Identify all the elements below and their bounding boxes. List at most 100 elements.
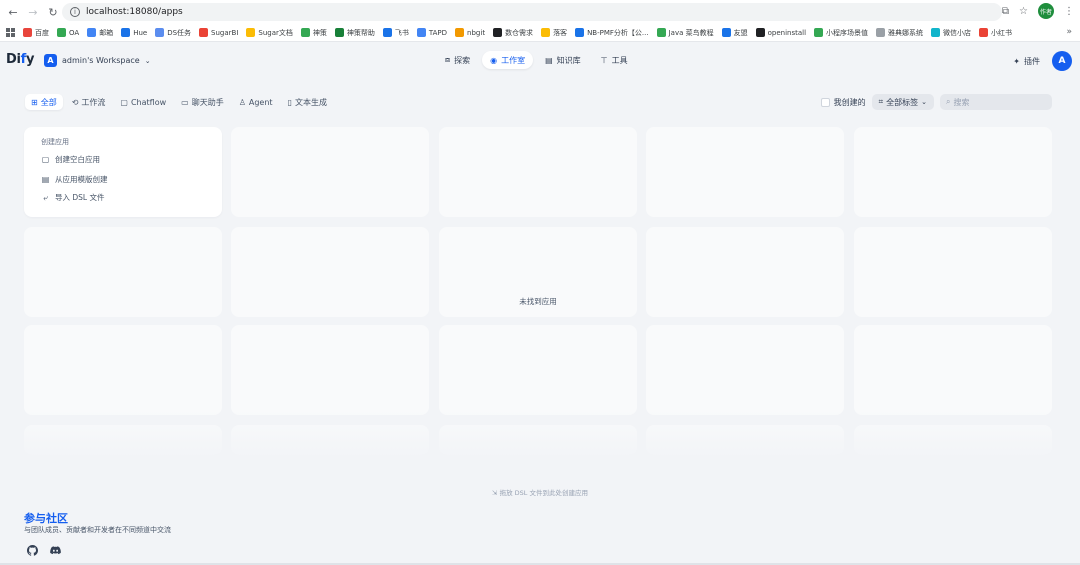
workflow-icon: ⟲ xyxy=(71,97,79,107)
create-from-template-button[interactable]: ▤ 从应用模版创建 xyxy=(41,174,108,185)
tab-label: 文本生成 xyxy=(294,97,327,107)
bookmark-label: openinstall xyxy=(767,28,807,37)
created-by-me-checkbox[interactable] xyxy=(820,97,830,107)
github-icon[interactable] xyxy=(27,545,38,556)
bookmark-item[interactable]: TAPD xyxy=(416,28,447,37)
bookmark-label: 落客 xyxy=(553,28,568,37)
template-icon: ▤ xyxy=(41,175,50,184)
bookmark-item[interactable]: 小红书 xyxy=(979,28,1012,38)
bookmark-label: Sugar文档 xyxy=(258,28,293,37)
nav-explore[interactable]: ⧈ 探索 xyxy=(437,51,478,69)
bookmark-item[interactable]: 邮箱 xyxy=(87,28,113,38)
chat-icon: ▭ xyxy=(181,97,189,107)
nav-tools[interactable]: ⊤ 工具 xyxy=(593,51,636,69)
bookmark-label: DS任务 xyxy=(167,28,192,37)
app-type-tabs: ⊞ 全部 ⟲ 工作流 ▢ Chatflow ▭ 聊天助手 ♙ Agent ▯ 文… xyxy=(25,94,333,110)
discord-icon[interactable] xyxy=(50,545,61,556)
bookmark-label: NB-PMF分析【公... xyxy=(587,28,649,37)
app-card-placeholder xyxy=(231,325,429,415)
search-input[interactable] xyxy=(953,97,1044,107)
bookmark-favicon-icon xyxy=(57,28,66,37)
nav-studio[interactable]: ◉ 工作室 xyxy=(482,51,534,69)
chevron-down-icon: ⌄ xyxy=(144,56,151,65)
bookmark-item[interactable]: 数仓需求 xyxy=(493,28,533,38)
translate-icon[interactable]: ⧉ xyxy=(1002,6,1009,17)
bookmark-favicon-icon xyxy=(455,28,465,37)
bookmark-label: Hue xyxy=(133,28,148,37)
bookmark-item[interactable]: 雅典娜系统 xyxy=(876,28,923,38)
search-box[interactable]: ⌕ xyxy=(940,94,1052,110)
robot-icon: ◉ xyxy=(490,55,498,65)
bookmark-item[interactable]: 百度 xyxy=(23,28,49,38)
bookmark-item[interactable]: openinstall xyxy=(755,28,807,37)
tag-icon: ⌗ xyxy=(878,97,884,106)
community-title: 参与社区 xyxy=(24,512,68,525)
app-card-placeholder xyxy=(24,325,222,415)
profile-avatar[interactable]: 作者 xyxy=(1038,3,1054,19)
app-card-placeholder xyxy=(439,325,637,415)
bookmark-item[interactable]: 神策 xyxy=(300,28,327,38)
back-arrow-icon[interactable]: ← xyxy=(4,3,22,21)
dify-logo[interactable]: Dify xyxy=(6,52,35,67)
import-dsl-button[interactable]: ⤶ 导入 DSL 文件 xyxy=(41,192,104,203)
bookmark-star-icon[interactable]: ☆ xyxy=(1019,6,1028,17)
bookmark-favicon-icon xyxy=(979,28,989,37)
tab-chatflow[interactable]: ▢ Chatflow xyxy=(114,94,172,110)
create-blank-app-button[interactable]: ▢ 创建空白应用 xyxy=(41,154,100,165)
tab-workflow[interactable]: ⟲ 工作流 xyxy=(66,94,112,110)
app-card-placeholder xyxy=(646,127,844,217)
address-bar[interactable]: i localhost:18080/apps xyxy=(62,3,1002,21)
more-bookmarks-icon[interactable]: » xyxy=(1066,27,1072,37)
user-avatar[interactable]: A xyxy=(1052,51,1072,71)
site-info-icon[interactable]: i xyxy=(70,7,80,17)
bookmark-favicon-icon xyxy=(876,28,886,37)
bookmark-item[interactable]: 神策帮助 xyxy=(334,28,375,38)
tab-chat[interactable]: ▭ 聊天助手 xyxy=(175,94,230,110)
fade-overlay xyxy=(0,410,1080,460)
tab-label: Chatflow xyxy=(130,97,167,107)
app-card-placeholder xyxy=(854,127,1052,217)
reload-icon[interactable]: ↻ xyxy=(44,3,62,21)
bookmark-favicon-icon xyxy=(755,28,765,37)
drag-drop-hint: ⇲ 拖放 DSL 文件到此处创建应用 xyxy=(0,487,1080,497)
created-by-me-toggle[interactable]: 我创建的 xyxy=(820,97,866,108)
bookmark-item[interactable]: NB-PMF分析【公... xyxy=(575,28,649,38)
tab-label: 聊天助手 xyxy=(191,97,224,107)
plugins-button[interactable]: ✦ 插件 xyxy=(1013,56,1040,67)
nav-knowledge[interactable]: ▤ 知识库 xyxy=(537,51,589,69)
bookmark-item[interactable]: 微信小店 xyxy=(931,28,971,38)
bookmark-favicon-icon xyxy=(23,28,32,37)
forward-arrow-icon[interactable]: → xyxy=(24,3,42,21)
bookmark-item[interactable]: OA xyxy=(57,28,79,37)
bookmark-item[interactable]: 落客 xyxy=(541,28,567,38)
bookmark-label: 小程序场景值 xyxy=(826,28,869,37)
app-card-placeholder xyxy=(854,227,1052,317)
bookmark-favicon-icon xyxy=(300,28,310,37)
bookmark-item[interactable]: DS任务 xyxy=(155,28,191,38)
bookmark-favicon-icon xyxy=(87,28,97,37)
tab-text-generation[interactable]: ▯ 文本生成 xyxy=(282,94,333,110)
bookmark-item[interactable]: 小程序场景值 xyxy=(814,28,868,38)
bookmark-item[interactable]: Sugar文档 xyxy=(246,28,293,38)
bookmark-item[interactable]: Java 菜鸟教程 xyxy=(656,28,714,38)
bookmark-label: 数仓需求 xyxy=(505,28,534,37)
bookmark-item[interactable]: 飞书 xyxy=(382,28,409,38)
app-header: Dify A admin's Workspace ⌄ ⧈ 探索 ◉ 工作室 ▤ … xyxy=(0,43,1080,79)
book-icon: ▤ xyxy=(545,55,553,65)
bookmark-item[interactable]: SugarBI xyxy=(199,28,238,37)
create-app-card: 创建应用 ▢ 创建空白应用 ▤ 从应用模版创建 ⤶ 导入 DSL 文件 xyxy=(24,127,222,217)
bookmark-item[interactable]: nbgit xyxy=(455,28,485,37)
browser-menu-icon[interactable]: ⋮ xyxy=(1064,6,1074,17)
created-by-me-label: 我创建的 xyxy=(833,97,866,107)
workspace-selector[interactable]: A admin's Workspace ⌄ xyxy=(44,54,151,67)
bookmark-item[interactable]: Hue xyxy=(121,28,147,37)
community-description: 与团队成员、贡献者和开发者在不同频道中交流 xyxy=(24,526,171,534)
tab-all[interactable]: ⊞ 全部 xyxy=(25,94,63,110)
bookmark-favicon-icon xyxy=(493,28,503,37)
tab-agent[interactable]: ♙ Agent xyxy=(233,94,279,110)
bookmark-item[interactable]: 友盟 xyxy=(721,28,748,38)
empty-state-text: 未找到应用 xyxy=(519,297,557,306)
bookmark-favicon-icon xyxy=(814,28,824,37)
tag-filter-dropdown[interactable]: ⌗ 全部标签 ⌄ xyxy=(871,94,934,110)
apps-grid-icon[interactable] xyxy=(6,28,15,37)
